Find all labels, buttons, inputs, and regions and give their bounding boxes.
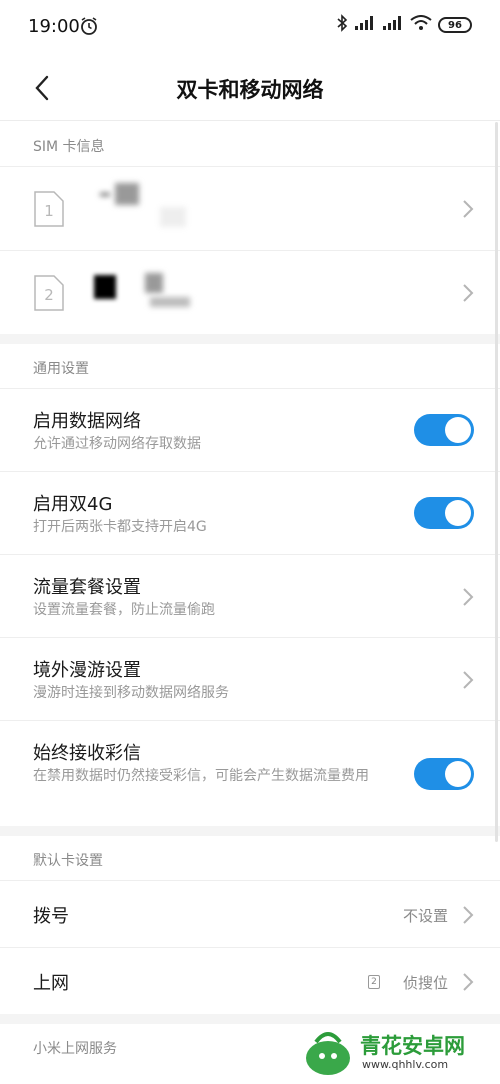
setting-title: 拨号 bbox=[33, 906, 69, 927]
chevron-right-icon bbox=[463, 588, 474, 606]
setting-always-mms[interactable]: 始终接收彩信 在禁用数据时仍然接受彩信，可能会产生数据流量费用 bbox=[0, 720, 500, 826]
setting-title: 流量套餐设置 bbox=[33, 577, 141, 598]
sim-slot-number: 1 bbox=[44, 202, 54, 220]
setting-dual-4g[interactable]: 启用双4G 打开后两张卡都支持开启4G bbox=[0, 471, 500, 554]
setting-data-plan[interactable]: 流量套餐设置 设置流量套餐，防止流量偷跑 bbox=[0, 554, 500, 637]
redacted-info bbox=[115, 183, 139, 205]
section-header-default-card: 默认卡设置 bbox=[0, 836, 500, 880]
setting-internet[interactable]: 上网 2 侦搜位 bbox=[0, 947, 500, 1014]
page-title: 双卡和移动网络 bbox=[176, 78, 324, 102]
section-header-sim: SIM 卡信息 bbox=[0, 122, 500, 166]
redacted-info bbox=[94, 275, 116, 299]
section-gap bbox=[0, 826, 500, 836]
redacted-info bbox=[100, 193, 110, 196]
nav-bar: 双卡和移动网络 bbox=[0, 56, 500, 120]
sim-slot-number: 2 bbox=[44, 286, 54, 304]
signal-icon bbox=[382, 15, 404, 35]
setting-title: 始终接收彩信 bbox=[33, 743, 141, 764]
section-header-label: 默认卡设置 bbox=[33, 853, 103, 869]
status-time: 19:00 bbox=[28, 16, 80, 37]
setting-subtitle: 漫游时连接到移动数据网络服务 bbox=[33, 685, 229, 701]
status-bar: 19:00 96 bbox=[0, 0, 500, 56]
wifi-icon bbox=[410, 15, 432, 35]
redacted-info bbox=[150, 297, 190, 307]
sim-card-1[interactable]: 1 bbox=[0, 166, 500, 250]
status-icons: 96 bbox=[336, 14, 472, 36]
section-header-general: 通用设置 bbox=[0, 344, 500, 388]
watermark: 青花安卓网 www.qhhlv.com bbox=[300, 1028, 490, 1078]
watermark-url: www.qhhlv.com bbox=[362, 1058, 449, 1071]
setting-value: 侦搜位 bbox=[402, 974, 448, 992]
toggle-knob bbox=[445, 500, 471, 526]
watermark-logo-icon bbox=[306, 1032, 350, 1075]
alarm-icon bbox=[80, 16, 98, 40]
sim-badge-icon: 2 bbox=[368, 975, 380, 989]
divider bbox=[0, 120, 500, 121]
section-gap bbox=[0, 334, 500, 344]
setting-title: 境外漫游设置 bbox=[33, 660, 141, 681]
setting-title: 启用双4G bbox=[33, 494, 113, 515]
sim-card-icon: 2 bbox=[34, 275, 64, 311]
setting-title: 启用数据网络 bbox=[33, 411, 141, 432]
section-header-label: SIM 卡信息 bbox=[33, 139, 105, 155]
toggle-switch[interactable] bbox=[414, 414, 474, 446]
setting-subtitle: 打开后两张卡都支持开启4G bbox=[33, 519, 207, 535]
setting-enable-data[interactable]: 启用数据网络 允许通过移动网络存取数据 bbox=[0, 388, 500, 471]
toggle-knob bbox=[445, 761, 471, 787]
battery-icon: 96 bbox=[438, 17, 472, 33]
section-gap bbox=[0, 1014, 500, 1024]
redacted-info bbox=[145, 273, 163, 293]
chevron-right-icon bbox=[463, 200, 474, 218]
redacted-info bbox=[160, 207, 186, 227]
chevron-right-icon bbox=[463, 973, 474, 991]
setting-dial[interactable]: 拨号 不设置 bbox=[0, 880, 500, 947]
signal-icon bbox=[354, 15, 376, 35]
sim-card-icon: 1 bbox=[34, 191, 64, 227]
setting-subtitle: 允许通过移动网络存取数据 bbox=[33, 436, 201, 452]
scrollbar[interactable] bbox=[495, 122, 498, 842]
setting-roaming[interactable]: 境外漫游设置 漫游时连接到移动数据网络服务 bbox=[0, 637, 500, 720]
watermark-text: 青花安卓网 bbox=[360, 1034, 465, 1058]
chevron-right-icon bbox=[463, 671, 474, 689]
toggle-switch[interactable] bbox=[414, 758, 474, 790]
sim-card-2[interactable]: 2 bbox=[0, 250, 500, 334]
chevron-right-icon bbox=[463, 284, 474, 302]
section-header-label: 小米上网服务 bbox=[33, 1041, 117, 1057]
setting-value: 不设置 bbox=[402, 907, 448, 925]
setting-title: 上网 bbox=[33, 973, 69, 994]
section-header-label: 通用设置 bbox=[33, 361, 89, 377]
toggle-switch[interactable] bbox=[414, 497, 474, 529]
toggle-knob bbox=[445, 417, 471, 443]
chevron-right-icon bbox=[463, 906, 474, 924]
bluetooth-icon bbox=[336, 14, 348, 36]
setting-subtitle: 设置流量套餐，防止流量偷跑 bbox=[33, 602, 215, 618]
setting-subtitle: 在禁用数据时仍然接受彩信，可能会产生数据流量费用 bbox=[33, 768, 369, 784]
